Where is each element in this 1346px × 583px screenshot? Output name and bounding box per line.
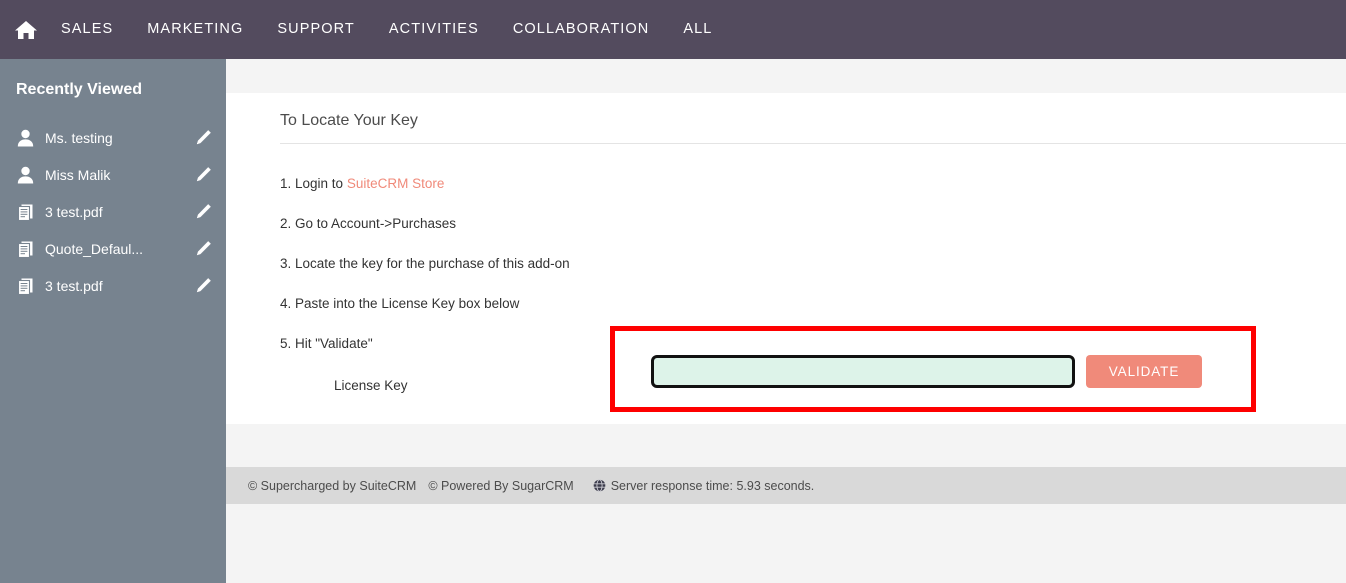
nav-item-sales[interactable]: SALES bbox=[44, 0, 130, 59]
nav-item-activities[interactable]: ACTIVITIES bbox=[372, 0, 496, 59]
step-4: 4. Paste into the License Key box below bbox=[280, 296, 520, 311]
step-2: 2. Go to Account->Purchases bbox=[280, 216, 456, 231]
document-icon bbox=[14, 202, 36, 222]
home-button[interactable] bbox=[0, 0, 44, 59]
suitecrm-store-link[interactable]: SuiteCRM Store bbox=[347, 176, 445, 191]
globe-icon bbox=[593, 479, 606, 492]
sidebar-item-ms-testing[interactable]: Ms. testing bbox=[0, 119, 226, 156]
person-icon bbox=[14, 165, 36, 185]
license-key-label: License Key bbox=[334, 378, 408, 393]
nav-item-collaboration[interactable]: COLLABORATION bbox=[496, 0, 667, 59]
step-1-text: 1. Login to bbox=[280, 176, 347, 191]
sidebar-item-label: Quote_Defaul... bbox=[45, 240, 144, 257]
sidebar-item-3-test-pdf-2[interactable]: 3 test.pdf bbox=[0, 267, 226, 304]
top-navigation-bar: SALES MARKETING SUPPORT ACTIVITIES COLLA… bbox=[0, 0, 1346, 59]
footer-server-time-group: Server response time: 5.93 seconds. bbox=[593, 478, 815, 493]
person-icon bbox=[14, 128, 36, 148]
document-icon bbox=[14, 239, 36, 259]
validate-button[interactable]: VALIDATE bbox=[1086, 355, 1202, 388]
step-3: 3. Locate the key for the purchase of th… bbox=[280, 256, 570, 271]
sidebar-item-label: 3 test.pdf bbox=[45, 203, 103, 220]
sidebar-item-miss-malik[interactable]: Miss Malik bbox=[0, 156, 226, 193]
sidebar-item-quote-default[interactable]: Quote_Defaul... bbox=[0, 230, 226, 267]
home-icon bbox=[13, 18, 39, 42]
license-key-row: License Key VALIDATE bbox=[280, 326, 1346, 424]
license-key-input[interactable] bbox=[651, 355, 1075, 388]
sidebar-title: Recently Viewed bbox=[16, 81, 142, 98]
panel-bottom-spacer bbox=[226, 424, 1346, 467]
page-bottom-fill bbox=[226, 504, 1346, 582]
sidebar-item-label: Ms. testing bbox=[45, 129, 113, 146]
pencil-icon[interactable] bbox=[194, 166, 212, 184]
sidebar-item-label: Miss Malik bbox=[45, 166, 111, 183]
nav-item-support[interactable]: SUPPORT bbox=[260, 0, 372, 59]
footer-bar: © Supercharged by SuiteCRM © Powered By … bbox=[226, 467, 1346, 504]
sidebar-item-3-test-pdf[interactable]: 3 test.pdf bbox=[0, 193, 226, 230]
page-title: To Locate Your Key bbox=[280, 112, 418, 129]
sidebar-item-label: 3 test.pdf bbox=[45, 277, 103, 294]
nav-item-marketing[interactable]: MARKETING bbox=[130, 0, 260, 59]
sidebar: Recently Viewed Ms. testing Miss Malik 3… bbox=[0, 59, 226, 583]
pencil-icon[interactable] bbox=[194, 240, 212, 258]
pencil-icon[interactable] bbox=[194, 203, 212, 221]
nav-item-all[interactable]: ALL bbox=[666, 0, 729, 59]
license-panel: To Locate Your Key 1. Login to SuiteCRM … bbox=[226, 93, 1346, 424]
main-content: To Locate Your Key 1. Login to SuiteCRM … bbox=[226, 59, 1346, 583]
footer-powered: © Powered By SugarCRM bbox=[428, 478, 574, 493]
document-icon bbox=[14, 276, 36, 296]
pencil-icon[interactable] bbox=[194, 277, 212, 295]
footer-server-time: Server response time: 5.93 seconds. bbox=[610, 478, 815, 493]
content-top-band bbox=[226, 59, 1346, 93]
footer-supercharged: © Supercharged by SuiteCRM bbox=[248, 478, 417, 493]
pencil-icon[interactable] bbox=[194, 129, 212, 147]
instruction-steps: 1. Login to SuiteCRM Store 2. Go to Acco… bbox=[226, 144, 1346, 424]
step-1: 1. Login to SuiteCRM Store bbox=[280, 164, 1346, 204]
suitecrm-page: SALES MARKETING SUPPORT ACTIVITIES COLLA… bbox=[0, 0, 1346, 583]
